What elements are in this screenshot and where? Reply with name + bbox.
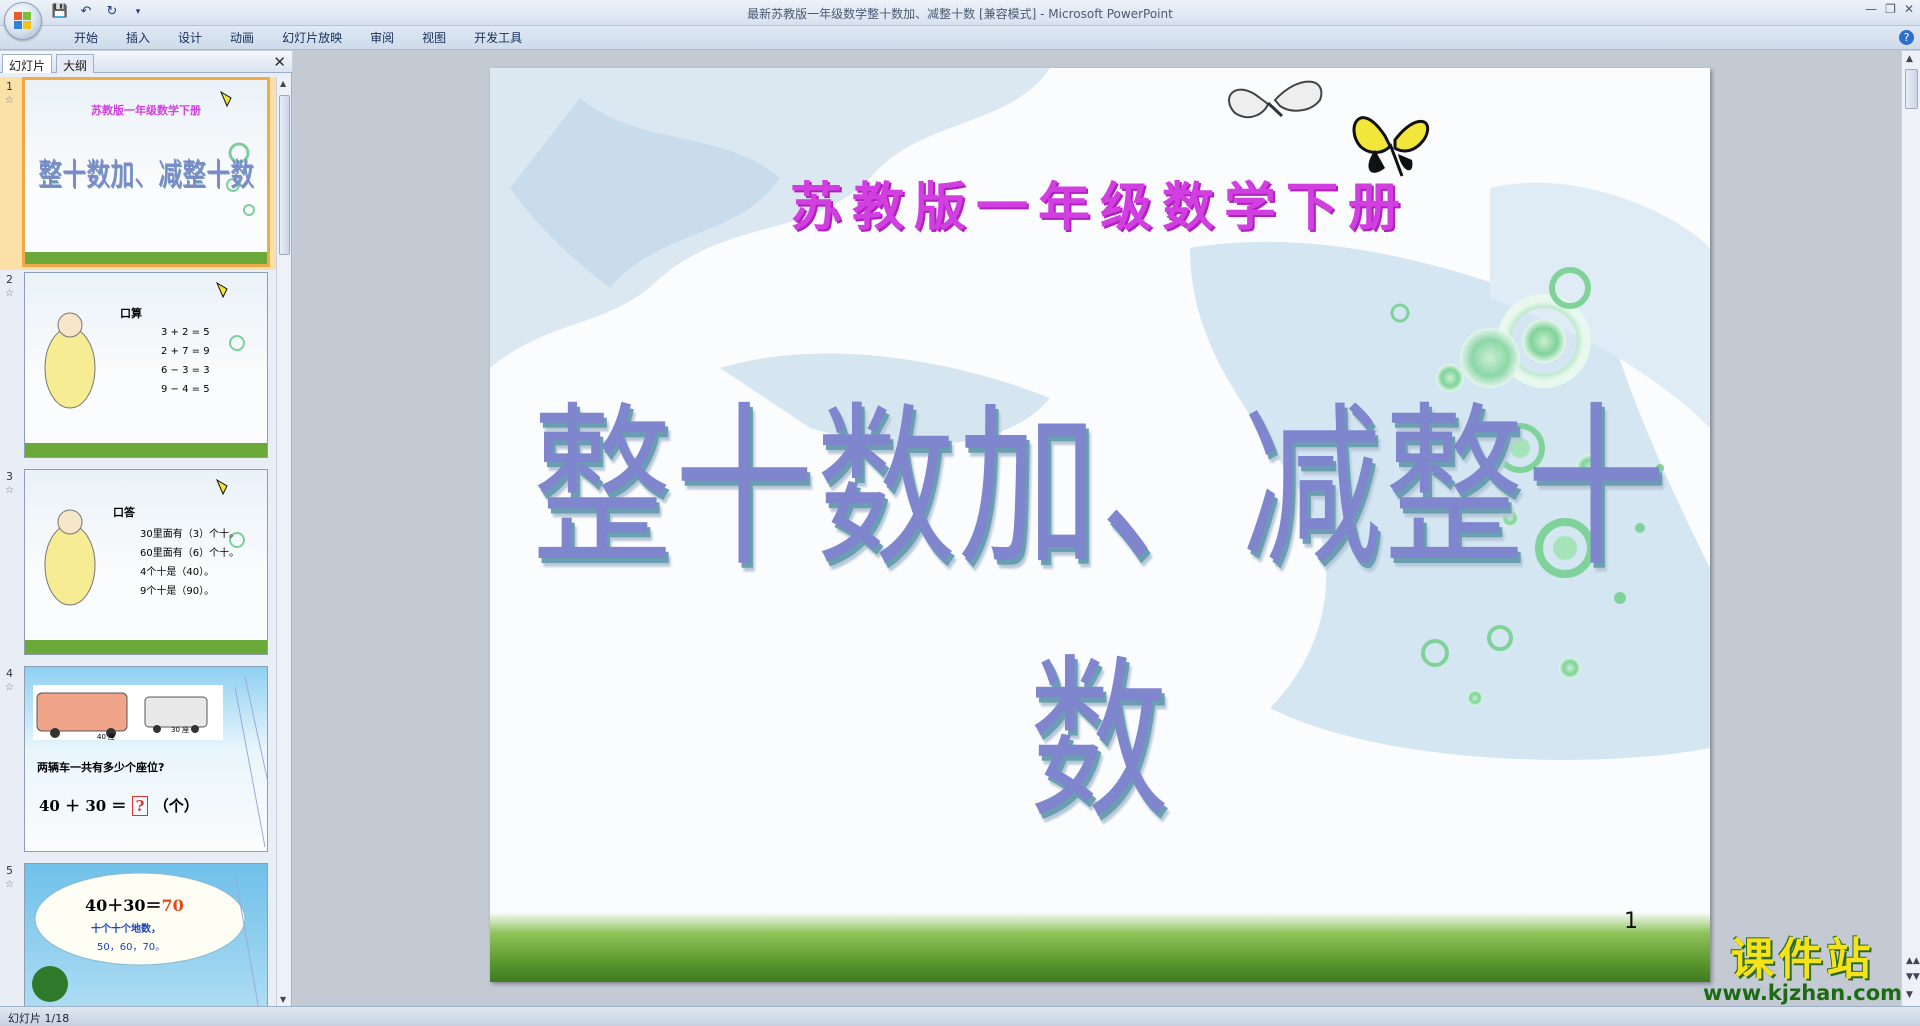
close-panel-icon[interactable]: ✕ xyxy=(273,53,286,71)
thumbnail-slide-5[interactable]: 5 ☆ 40＋30＝70 十个十个地数， 50，60，70。 xyxy=(0,861,276,1006)
next-slide-icon[interactable]: ▼▼ xyxy=(1906,972,1920,982)
thumbnail-item: 3 + 2 = 5 xyxy=(161,323,210,342)
scrollbar-thumb[interactable] xyxy=(1905,69,1918,109)
thumbnail-equation: 40＋30＝70 xyxy=(85,892,184,916)
tab-outline[interactable]: 大纲 xyxy=(56,54,94,73)
tab-review[interactable]: 审阅 xyxy=(356,30,408,46)
thumbnail-line2: 十个十个地数， xyxy=(91,920,161,935)
bus-2-label: 30 座 xyxy=(171,725,189,735)
equation-answer: 70 xyxy=(162,896,184,915)
thumbnail-number: 5 xyxy=(6,864,13,877)
window-controls: — ❐ ✕ xyxy=(1865,2,1914,16)
thumbnail-item: 4个十是（40）。 xyxy=(140,563,239,582)
slides-panel: 幻灯片 大纲 ✕ 1 ☆ 苏教版一年级数学下册 整十数加、减整十数 2 xyxy=(0,51,292,1006)
thumbnail-item: 9 − 4 = 5 xyxy=(161,380,210,399)
scrollbar-thumb[interactable] xyxy=(279,95,290,255)
animation-star-icon: ☆ xyxy=(5,682,14,693)
equation-text: 40 ＋ 30 ＝ xyxy=(39,797,126,815)
animation-star-icon: ☆ xyxy=(5,485,14,496)
thumbnail-item: 2 + 7 = 9 xyxy=(161,342,210,361)
thumbnail-line3: 50，60，70。 xyxy=(97,938,165,953)
thumbnail-image: 苏教版一年级数学下册 整十数加、减整十数 xyxy=(22,77,270,267)
equation-unit: （个） xyxy=(154,797,199,815)
thumbnail-decoration xyxy=(25,864,268,1006)
thumbnail-item: 9个十是（90）。 xyxy=(140,582,239,601)
tab-view[interactable]: 视图 xyxy=(408,30,460,46)
thumbnail-slide-3[interactable]: 3 ☆ 口答 30里面有（3）个十。 60里面有（6）个十。 4个十是（40）。… xyxy=(0,467,276,660)
thumbnail-item: 30里面有（3）个十。 xyxy=(140,525,239,544)
tab-animations[interactable]: 动画 xyxy=(216,30,268,46)
thumbnail-image: 口算 3 + 2 = 5 2 + 7 = 9 6 − 3 = 3 9 − 4 =… xyxy=(24,272,268,458)
thumbnail-slide-2[interactable]: 2 ☆ 口算 3 + 2 = 5 2 + 7 = 9 6 − 3 = 3 9 −… xyxy=(0,270,276,463)
window-title: 最新苏教版一年级数学整十数加、减整十数 [兼容模式] - Microsoft P… xyxy=(0,5,1920,22)
thumbnail-number: 4 xyxy=(6,667,13,680)
thumbnail-items: 30里面有（3）个十。 60里面有（6）个十。 4个十是（40）。 9个十是（9… xyxy=(140,525,239,601)
scroll-down-icon[interactable]: ▼ xyxy=(1906,990,1913,1000)
thumbnail-number: 1 xyxy=(6,80,13,93)
thumbnail-number: 2 xyxy=(6,273,13,286)
help-icon[interactable]: ? xyxy=(1899,30,1914,45)
thumbnail-item: 60里面有（6）个十。 xyxy=(140,544,239,563)
thumbnail-list: 1 ☆ 苏教版一年级数学下册 整十数加、减整十数 2 ☆ xyxy=(0,77,276,1006)
minimize-icon[interactable]: — xyxy=(1865,2,1877,16)
equation-text: 40＋30＝ xyxy=(85,896,162,915)
thumbnail-question: 两辆车一共有多少个座位? xyxy=(37,759,164,775)
ribbon-tabs: 开始 插入 设计 动画 幻灯片放映 审阅 视图 开发工具 xyxy=(60,30,536,46)
butterfly-white-icon xyxy=(1229,82,1321,118)
slide-title[interactable]: 整十数加、减整十数 xyxy=(490,348,1710,853)
watermark-text: 课件站 xyxy=(1703,923,1902,987)
thumbnail-heading: 口算 xyxy=(120,305,142,321)
slide-number: 1 xyxy=(1624,909,1638,934)
thumbnail-decoration xyxy=(25,273,268,458)
tab-insert[interactable]: 插入 xyxy=(112,30,164,46)
thumbnail-scrollbar[interactable]: ▲ ▼ xyxy=(276,77,291,1006)
thumbnail-slide-4[interactable]: 4 ☆ 40 座 30 座 两辆车一共有多少个座位? 40 ＋ 30 ＝ xyxy=(0,664,276,857)
thumbnail-equation: 40 ＋ 30 ＝ ? （个） xyxy=(39,795,199,816)
tab-slides[interactable]: 幻灯片 xyxy=(2,54,52,73)
thumbnail-image: 口答 30里面有（3）个十。 60里面有（6）个十。 4个十是（40）。 9个十… xyxy=(24,469,268,655)
thumbnail-title: 整十数加、减整十数 xyxy=(25,149,267,195)
thumbnail-number: 3 xyxy=(6,470,13,483)
slide-subtitle[interactable]: 苏教版一年级数学下册 xyxy=(490,165,1710,240)
thumbnail-image: 40 座 30 座 两辆车一共有多少个座位? 40 ＋ 30 ＝ ? （个） xyxy=(24,666,268,852)
ribbon: 开始 插入 设计 动画 幻灯片放映 审阅 视图 开发工具 ? xyxy=(0,26,1920,50)
tab-home[interactable]: 开始 xyxy=(60,30,112,46)
tab-slideshow[interactable]: 幻灯片放映 xyxy=(268,30,356,46)
thumbnail-subtitle: 苏教版一年级数学下册 xyxy=(25,102,267,118)
restore-icon[interactable]: ❐ xyxy=(1885,2,1896,16)
thumbnail-items: 3 + 2 = 5 2 + 7 = 9 6 − 3 = 3 9 − 4 = 5 xyxy=(161,323,210,399)
animation-star-icon: ☆ xyxy=(5,95,14,106)
scroll-up-icon[interactable]: ▲ xyxy=(1906,54,1913,64)
watermark-url: www.kjzhan.com xyxy=(1703,981,1902,1005)
previous-slide-icon[interactable]: ▲▲ xyxy=(1906,956,1920,966)
animation-star-icon: ☆ xyxy=(5,879,14,890)
animation-star-icon: ☆ xyxy=(5,288,14,299)
slide-counter: 幻灯片 1/18 xyxy=(8,1010,69,1026)
watermark-logo: 课件站 www.kjzhan.com xyxy=(1703,923,1902,1005)
answer-box: ? xyxy=(132,796,149,816)
title-bar: 💾 ↶ ↻ ▾ 最新苏教版一年级数学整十数加、减整十数 [兼容模式] - Mic… xyxy=(0,0,1920,26)
slide-editing-area: 苏教版一年级数学下册 整十数加、减整十数 1 xyxy=(293,51,1901,1006)
slide-canvas[interactable]: 苏教版一年级数学下册 整十数加、减整十数 1 xyxy=(490,68,1710,982)
slide-scrollbar[interactable]: ▲ ▲▲ ▼▼ ▼ xyxy=(1901,51,1920,1006)
thumbnail-slide-1[interactable]: 1 ☆ 苏教版一年级数学下册 整十数加、减整十数 xyxy=(0,77,276,270)
grass-border xyxy=(490,912,1710,982)
thumbnail-heading: 口答 xyxy=(113,504,135,520)
office-logo-icon xyxy=(14,12,32,30)
thumbnail-item: 6 − 3 = 3 xyxy=(161,361,210,380)
tab-developer[interactable]: 开发工具 xyxy=(460,30,536,46)
close-icon[interactable]: ✕ xyxy=(1904,2,1914,16)
bus-1-label: 40 座 xyxy=(97,732,115,742)
office-button[interactable] xyxy=(4,2,42,40)
scroll-up-icon[interactable]: ▲ xyxy=(280,79,286,88)
tab-design[interactable]: 设计 xyxy=(164,30,216,46)
thumbnail-image: 40＋30＝70 十个十个地数， 50，60，70。 xyxy=(24,863,268,1006)
scroll-down-icon[interactable]: ▼ xyxy=(280,995,286,1004)
panel-tabs: 幻灯片 大纲 ✕ xyxy=(0,51,292,73)
status-bar: 幻灯片 1/18 xyxy=(0,1006,1920,1025)
